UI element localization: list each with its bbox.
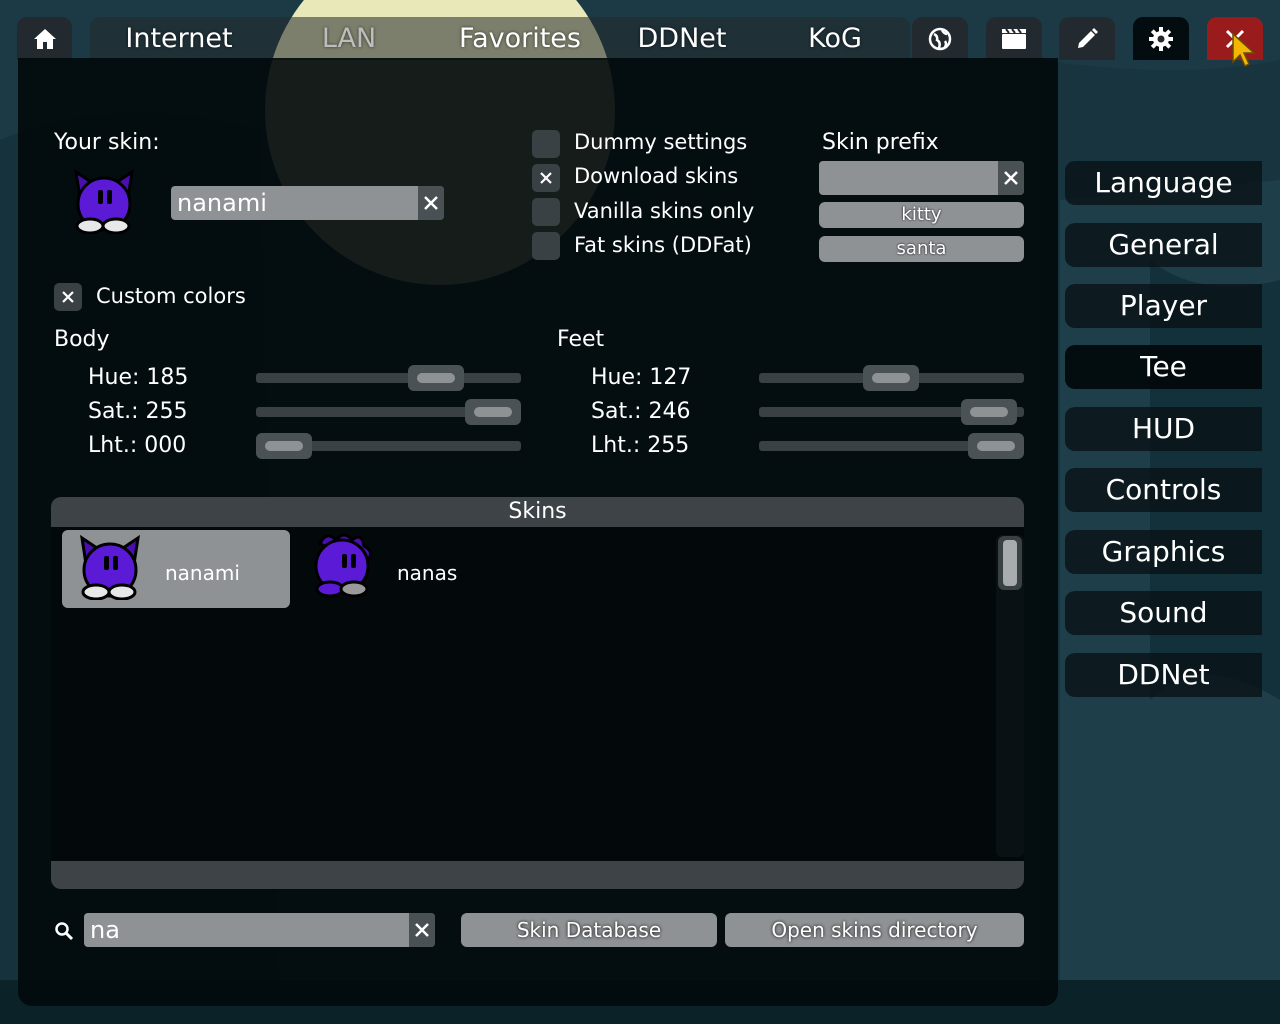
skin-thumb-nanas <box>314 533 372 598</box>
film-icon <box>1002 27 1026 49</box>
feet-colors-title: Feet <box>557 327 605 352</box>
skin-prefix-input[interactable] <box>819 161 1003 195</box>
skin-prefix-label: Skin prefix <box>822 130 939 155</box>
check-x-icon <box>62 291 74 303</box>
feet-lht-label: Lht.: 255 <box>591 433 690 458</box>
menu-item-general[interactable]: General <box>1065 223 1262 267</box>
body-colors-title: Body <box>54 327 110 352</box>
skins-scroll-thumb[interactable] <box>998 536 1022 590</box>
skin-search-field[interactable] <box>84 913 435 947</box>
custom-colors-label: Custom colors <box>96 284 246 308</box>
skin-name-field[interactable] <box>171 186 444 220</box>
skin-prefix-field[interactable] <box>819 161 1024 195</box>
skins-list-header: Skins <box>51 497 1024 527</box>
fat-skins-checkbox[interactable] <box>532 232 560 260</box>
skin-prefix-clear-button[interactable] <box>998 161 1024 195</box>
pencil-icon <box>1078 27 1098 48</box>
slider-knob-grip <box>265 441 303 451</box>
slider-knob-grip <box>977 441 1015 451</box>
tab-ddnet[interactable]: DDNet <box>612 17 752 60</box>
slider-knob[interactable] <box>863 365 920 391</box>
prefix-suggestion-santa[interactable]: santa <box>819 236 1024 262</box>
skin-preview-avatar <box>73 168 135 234</box>
skin-name-input[interactable] <box>171 186 423 220</box>
demos-button[interactable] <box>986 17 1042 60</box>
slider-knob-grip <box>872 373 911 383</box>
clear-icon <box>424 196 438 210</box>
menu-item-controls[interactable]: Controls <box>1065 468 1262 512</box>
news-button[interactable] <box>912 17 968 60</box>
download-skins-label: Download skins <box>574 164 739 188</box>
tab-internet[interactable]: Internet <box>105 17 253 60</box>
tab-favorites[interactable]: Favorites <box>440 17 600 60</box>
skin-item-label: nanami <box>165 561 240 585</box>
menu-item-ddnet[interactable]: DDNet <box>1065 653 1262 697</box>
home-button[interactable] <box>17 17 72 60</box>
skin-item-label: nanas <box>397 561 458 585</box>
feet-sat-label: Sat.: 246 <box>591 399 691 424</box>
menu-item-tee[interactable]: Tee <box>1065 345 1262 389</box>
editor-button[interactable] <box>1059 17 1115 60</box>
body-lht-label: Lht.: 000 <box>88 433 187 458</box>
slider-knob[interactable] <box>465 399 521 425</box>
clear-icon <box>415 923 429 937</box>
vanilla-skins-checkbox[interactable] <box>532 198 560 226</box>
body-hue-label: Hue: 185 <box>88 365 189 390</box>
skin-search-input[interactable] <box>84 913 414 947</box>
search-icon <box>55 922 74 941</box>
dummy-settings-checkbox[interactable] <box>532 130 560 158</box>
tab-lan[interactable]: LAN <box>280 17 418 60</box>
slider-knob-grip <box>969 407 1008 417</box>
skin-thumb-nanami <box>79 534 141 600</box>
check-x-icon <box>540 172 552 184</box>
slider-knob-grip <box>474 407 512 417</box>
settings-button[interactable] <box>1133 17 1189 60</box>
menu-item-player[interactable]: Player <box>1065 284 1262 328</box>
tab-kog[interactable]: KoG <box>770 17 900 60</box>
gear-icon <box>1149 26 1173 51</box>
clear-icon <box>1004 171 1018 185</box>
menu-item-hud[interactable]: HUD <box>1065 407 1262 451</box>
vanilla-skins-label: Vanilla skins only <box>574 199 755 223</box>
slider-knob[interactable] <box>407 365 464 391</box>
slider-knob[interactable] <box>960 399 1017 425</box>
body-sat-label: Sat.: 255 <box>88 399 188 424</box>
slider-knob[interactable] <box>968 433 1024 459</box>
menu-item-language[interactable]: Language <box>1065 161 1262 205</box>
open-skins-directory-button[interactable]: Open skins directory <box>725 913 1024 947</box>
globe-icon <box>928 27 952 50</box>
skin-search-clear-button[interactable] <box>409 913 435 947</box>
menu-item-sound[interactable]: Sound <box>1065 591 1262 635</box>
custom-colors-checkbox[interactable] <box>54 283 82 311</box>
mouse-cursor <box>1232 32 1256 68</box>
slider-knob-grip <box>416 373 455 383</box>
slider-knob[interactable] <box>256 433 312 459</box>
home-icon <box>33 28 56 49</box>
download-skins-checkbox[interactable] <box>532 164 560 192</box>
dummy-settings-label: Dummy settings <box>574 130 748 154</box>
skins-list-footer <box>51 861 1024 889</box>
fat-skins-label: Fat skins (DDFat) <box>574 233 752 257</box>
skin-name-clear-button[interactable] <box>418 186 444 220</box>
body-hue-slider[interactable] <box>256 373 521 383</box>
your-skin-label: Your skin: <box>54 130 160 155</box>
prefix-suggestion-kitty[interactable]: kitty <box>819 202 1024 228</box>
menu-item-graphics[interactable]: Graphics <box>1065 530 1262 574</box>
feet-hue-label: Hue: 127 <box>591 365 692 390</box>
skin-database-button[interactable]: Skin Database <box>461 913 717 947</box>
